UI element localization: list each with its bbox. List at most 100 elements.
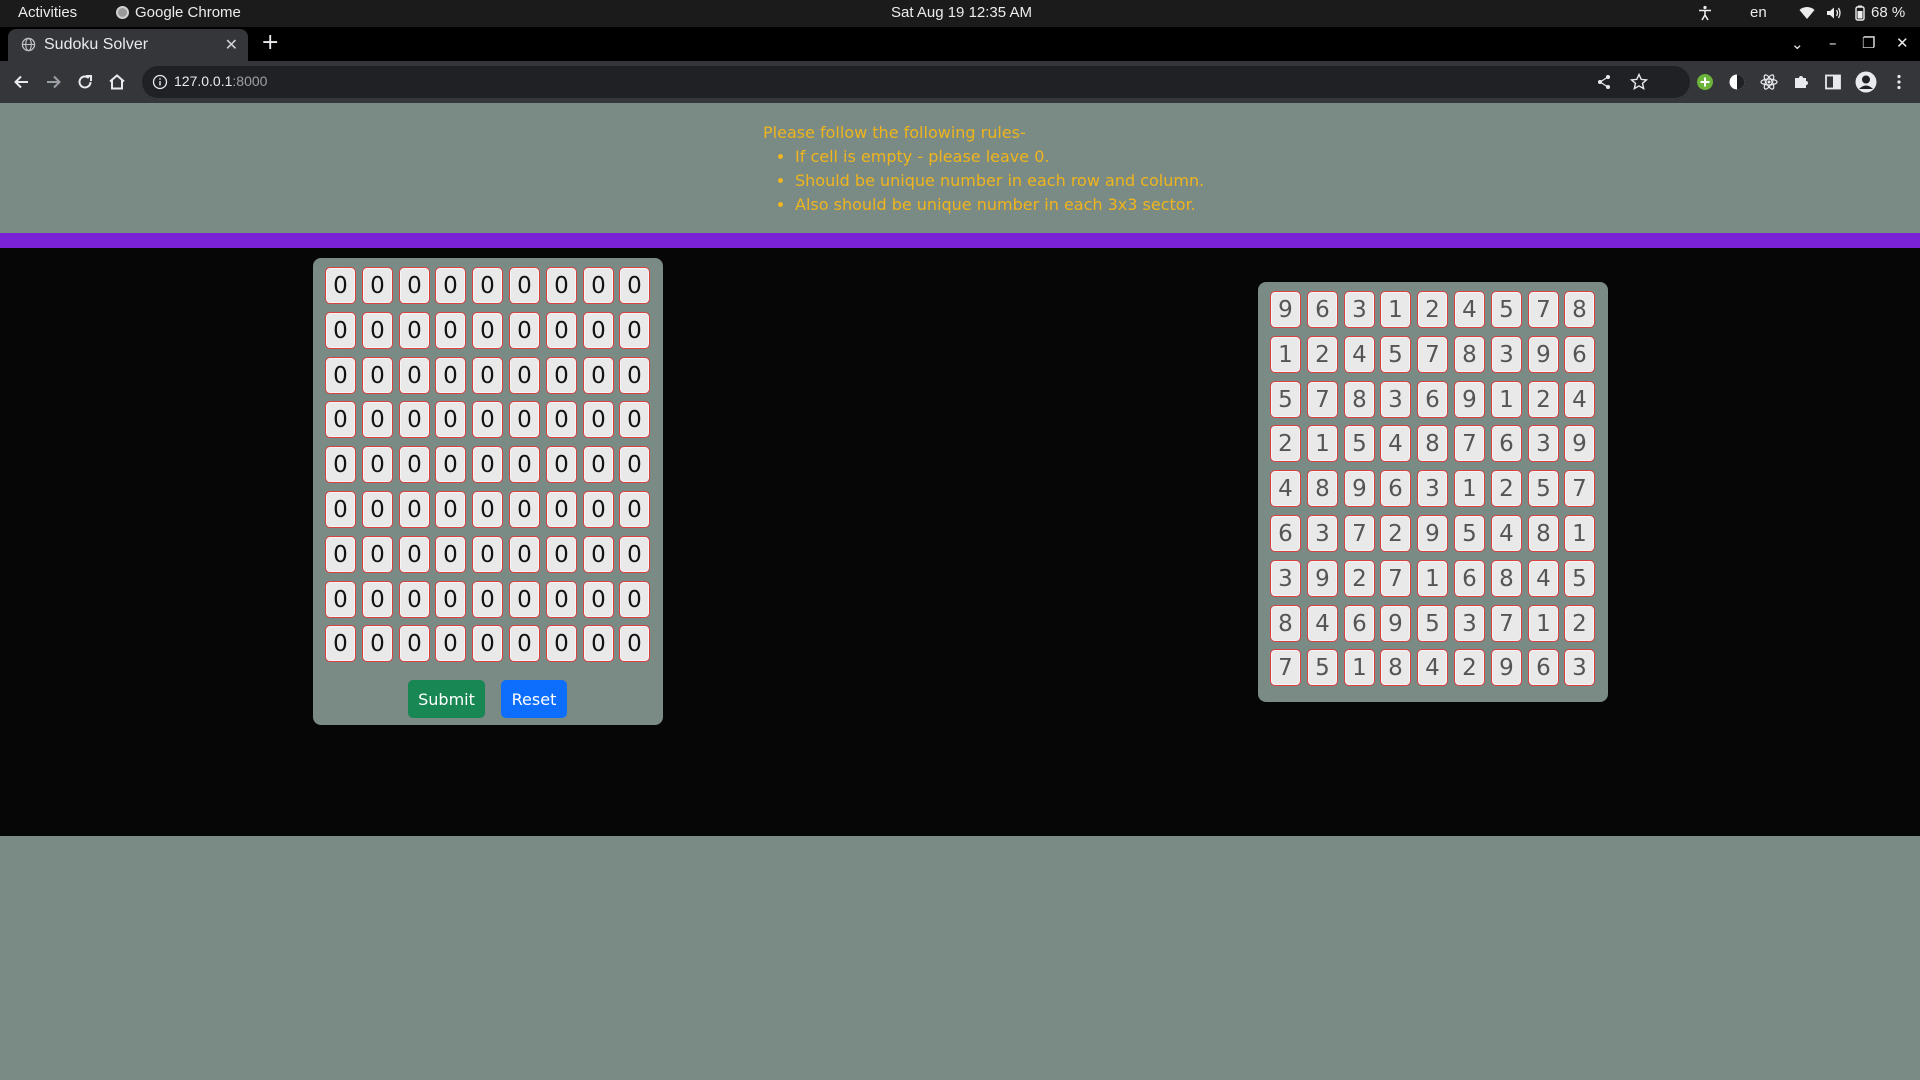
input-cell[interactable]: 0 <box>362 625 393 662</box>
input-cell[interactable]: 0 <box>362 312 393 349</box>
clock[interactable]: Sat Aug 19 12:35 AM <box>891 4 1032 21</box>
input-cell[interactable]: 0 <box>472 536 503 573</box>
input-cell[interactable]: 0 <box>435 357 466 394</box>
side-panel-icon[interactable] <box>1824 73 1842 91</box>
language-indicator[interactable]: en <box>1750 4 1767 21</box>
tab-search-icon[interactable]: ⌄ <box>1791 35 1804 53</box>
dark-mode-extension-icon[interactable] <box>1728 73 1746 91</box>
input-cell[interactable]: 0 <box>399 446 430 483</box>
reload-icon[interactable] <box>75 72 95 92</box>
input-cell[interactable]: 0 <box>435 491 466 528</box>
input-cell[interactable]: 0 <box>399 581 430 618</box>
input-cell[interactable]: 0 <box>362 536 393 573</box>
input-cell[interactable]: 0 <box>619 312 650 349</box>
submit-button[interactable]: Submit <box>408 680 485 718</box>
input-cell[interactable]: 0 <box>509 357 540 394</box>
url-text[interactable]: 127.0.0.1:8000 <box>174 73 267 89</box>
address-bar[interactable]: 127.0.0.1:8000 <box>142 66 1690 98</box>
input-cell[interactable]: 0 <box>509 581 540 618</box>
input-cell[interactable]: 0 <box>435 267 466 304</box>
input-cell[interactable]: 0 <box>435 581 466 618</box>
input-cell[interactable]: 0 <box>509 491 540 528</box>
input-cell[interactable]: 0 <box>546 581 577 618</box>
input-cell[interactable]: 0 <box>583 491 614 528</box>
input-cell[interactable]: 0 <box>583 536 614 573</box>
close-window-icon[interactable]: ✕ <box>1896 34 1909 52</box>
input-cell[interactable]: 0 <box>546 267 577 304</box>
input-cell[interactable]: 0 <box>472 312 503 349</box>
new-tab-icon[interactable]: + <box>261 32 279 54</box>
input-cell[interactable]: 0 <box>619 446 650 483</box>
input-cell[interactable]: 0 <box>619 491 650 528</box>
input-cell[interactable]: 0 <box>325 401 356 438</box>
input-cell[interactable]: 0 <box>399 267 430 304</box>
input-cell[interactable]: 0 <box>362 267 393 304</box>
input-cell[interactable]: 0 <box>619 357 650 394</box>
chrome-menu-icon[interactable] <box>1890 73 1908 91</box>
extension-green-icon[interactable] <box>1696 73 1714 91</box>
input-cell[interactable]: 0 <box>509 312 540 349</box>
input-cell[interactable]: 0 <box>509 446 540 483</box>
input-cell[interactable]: 0 <box>583 446 614 483</box>
input-cell[interactable]: 0 <box>435 446 466 483</box>
input-cell[interactable]: 0 <box>325 625 356 662</box>
input-cell[interactable]: 0 <box>325 446 356 483</box>
wifi-icon[interactable] <box>1799 5 1815 21</box>
input-cell[interactable]: 0 <box>509 536 540 573</box>
input-cell[interactable]: 0 <box>399 357 430 394</box>
input-cell[interactable]: 0 <box>619 267 650 304</box>
input-cell[interactable]: 0 <box>362 357 393 394</box>
input-cell[interactable]: 0 <box>583 581 614 618</box>
input-cell[interactable]: 0 <box>399 401 430 438</box>
input-cell[interactable]: 0 <box>472 581 503 618</box>
input-cell[interactable]: 0 <box>362 491 393 528</box>
battery-icon[interactable] <box>1852 5 1868 21</box>
input-cell[interactable]: 0 <box>435 312 466 349</box>
bookmark-star-icon[interactable] <box>1630 73 1648 91</box>
volume-icon[interactable] <box>1826 5 1842 21</box>
profile-avatar-icon[interactable] <box>1855 71 1877 93</box>
tab-sudoku-solver[interactable]: Sudoku Solver ✕ <box>8 29 248 61</box>
input-cell[interactable]: 0 <box>325 267 356 304</box>
input-cell[interactable]: 0 <box>546 491 577 528</box>
input-cell[interactable]: 0 <box>509 267 540 304</box>
close-tab-icon[interactable]: ✕ <box>225 35 238 55</box>
app-menu[interactable]: Google Chrome <box>116 4 241 21</box>
input-cell[interactable]: 0 <box>509 625 540 662</box>
input-cell[interactable]: 0 <box>399 536 430 573</box>
input-cell[interactable]: 0 <box>325 536 356 573</box>
input-cell[interactable]: 0 <box>362 401 393 438</box>
input-cell[interactable]: 0 <box>325 357 356 394</box>
accessibility-icon[interactable] <box>1697 5 1713 21</box>
input-cell[interactable]: 0 <box>619 625 650 662</box>
input-cell[interactable]: 0 <box>472 267 503 304</box>
input-cell[interactable]: 0 <box>583 312 614 349</box>
input-cell[interactable]: 0 <box>619 581 650 618</box>
input-cell[interactable]: 0 <box>435 536 466 573</box>
input-cell[interactable]: 0 <box>362 446 393 483</box>
reset-button[interactable]: Reset <box>501 680 567 718</box>
input-cell[interactable]: 0 <box>399 312 430 349</box>
input-cell[interactable]: 0 <box>546 446 577 483</box>
input-cell[interactable]: 0 <box>325 581 356 618</box>
input-cell[interactable]: 0 <box>472 491 503 528</box>
input-cell[interactable]: 0 <box>546 536 577 573</box>
input-cell[interactable]: 0 <box>509 401 540 438</box>
input-cell[interactable]: 0 <box>546 401 577 438</box>
input-cell[interactable]: 0 <box>325 312 356 349</box>
minimize-icon[interactable]: – <box>1829 34 1837 52</box>
forward-icon[interactable] <box>43 72 63 92</box>
input-cell[interactable]: 0 <box>325 491 356 528</box>
input-cell[interactable]: 0 <box>435 401 466 438</box>
input-cell[interactable]: 0 <box>546 357 577 394</box>
input-cell[interactable]: 0 <box>583 267 614 304</box>
input-cell[interactable]: 0 <box>583 625 614 662</box>
maximize-icon[interactable]: ❐ <box>1862 34 1875 52</box>
input-cell[interactable]: 0 <box>583 401 614 438</box>
input-cell[interactable]: 0 <box>546 625 577 662</box>
input-cell[interactable]: 0 <box>546 312 577 349</box>
input-cell[interactable]: 0 <box>362 581 393 618</box>
home-icon[interactable] <box>107 72 127 92</box>
site-info-icon[interactable] <box>152 74 168 90</box>
input-cell[interactable]: 0 <box>472 625 503 662</box>
